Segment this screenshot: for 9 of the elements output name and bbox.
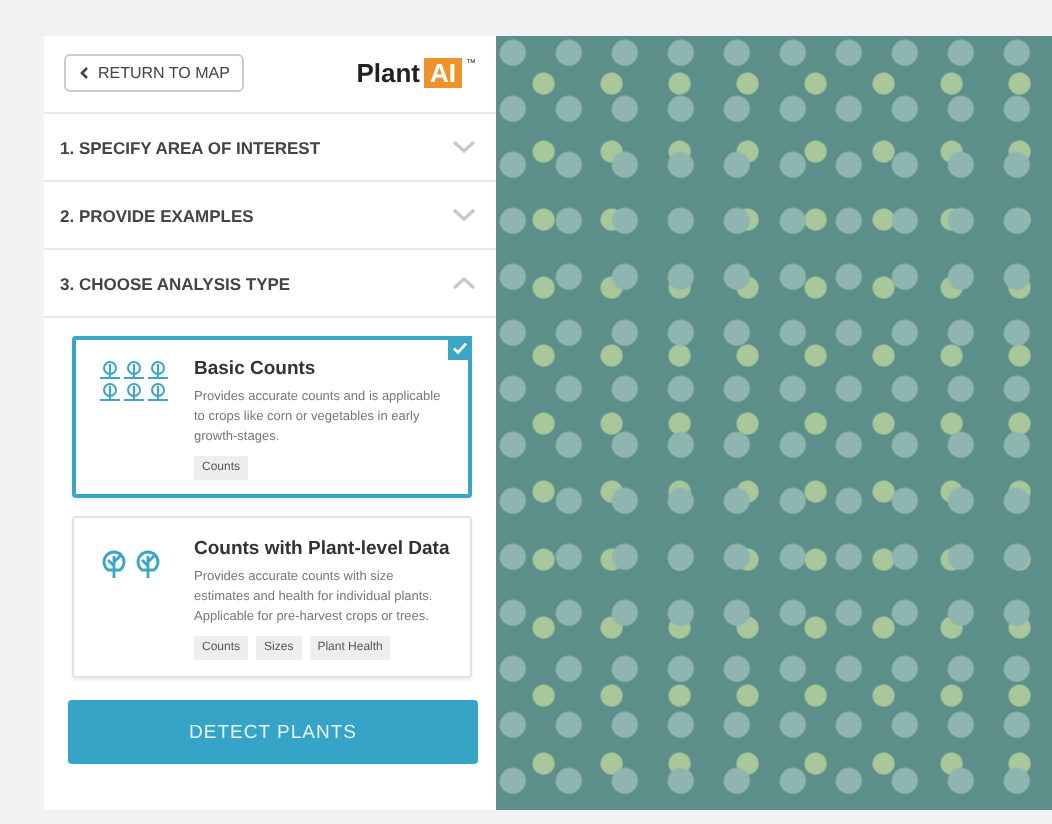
- option-title: Counts with Plant-level Data: [194, 538, 450, 560]
- chevron-up-icon: [452, 276, 476, 290]
- return-to-map-button[interactable]: RETURN TO MAP: [64, 53, 244, 91]
- chevron-down-icon: [452, 140, 476, 154]
- chevron-left-icon: [78, 65, 90, 79]
- sprout-grid-icon: [98, 358, 170, 402]
- chevron-down-icon: [452, 208, 476, 222]
- option-title: Basic Counts: [194, 358, 318, 380]
- checkmark-icon: [448, 336, 472, 360]
